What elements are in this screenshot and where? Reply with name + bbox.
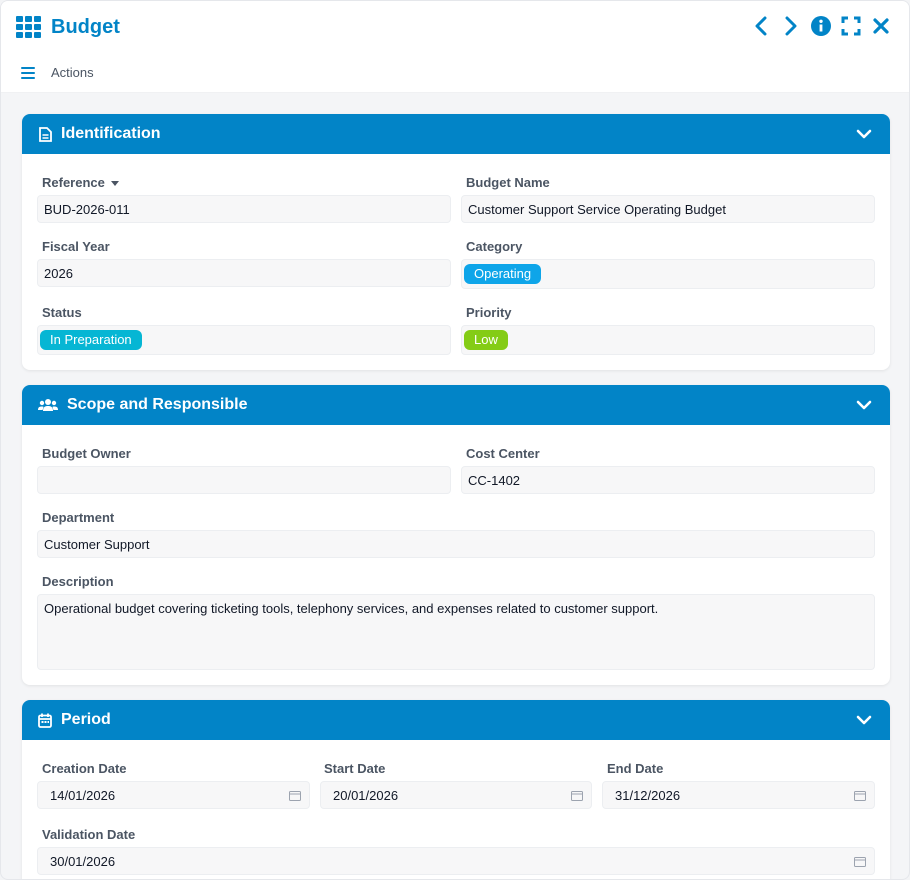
status-field[interactable]: In Preparation bbox=[37, 325, 451, 355]
fullscreen-icon[interactable] bbox=[841, 15, 861, 37]
description-textarea[interactable]: Operational budget covering ticketing to… bbox=[37, 594, 875, 670]
info-icon[interactable] bbox=[811, 15, 831, 37]
reference-field[interactable]: BUD-2026-011 bbox=[37, 195, 451, 223]
category-label: Category bbox=[466, 239, 523, 254]
title-bar: Budget bbox=[1, 1, 909, 53]
calendar-icon[interactable] bbox=[854, 790, 866, 801]
chevron-down-icon[interactable] bbox=[856, 126, 872, 142]
calendar-icon[interactable] bbox=[571, 790, 583, 801]
scope-section: Scope and Responsible Budget Owner Cost … bbox=[22, 385, 890, 685]
menu-icon[interactable] bbox=[21, 66, 35, 79]
reference-label[interactable]: Reference bbox=[42, 175, 119, 190]
validation-date-label: Validation Date bbox=[42, 827, 136, 842]
window-title: Budget bbox=[51, 15, 120, 38]
fiscal-year-label: Fiscal Year bbox=[42, 239, 110, 254]
status-badge: In Preparation bbox=[40, 330, 142, 350]
identification-header[interactable]: Identification bbox=[22, 114, 890, 154]
department-field[interactable]: Customer Support bbox=[37, 530, 875, 558]
chevron-right-icon[interactable] bbox=[781, 15, 801, 37]
priority-label: Priority bbox=[466, 305, 512, 320]
chevron-down-icon[interactable] bbox=[856, 712, 872, 728]
caret-down-icon bbox=[110, 181, 119, 187]
actions-menu[interactable]: Actions bbox=[51, 65, 94, 80]
identification-title: Identification bbox=[61, 125, 161, 142]
creation-date-label: Creation Date bbox=[42, 761, 127, 776]
description-label: Description bbox=[42, 574, 114, 589]
scope-header[interactable]: Scope and Responsible bbox=[22, 385, 890, 425]
chevron-left-icon[interactable] bbox=[751, 15, 771, 37]
close-icon[interactable] bbox=[871, 15, 891, 37]
budget-name-label: Budget Name bbox=[466, 175, 550, 190]
scope-title: Scope and Responsible bbox=[67, 396, 248, 413]
category-tag: Operating bbox=[464, 264, 542, 284]
category-field[interactable]: Operating bbox=[461, 259, 875, 289]
document-icon bbox=[37, 126, 53, 142]
identification-section: Identification Reference BUD-2026-011 Bu… bbox=[22, 114, 890, 370]
grid-icon[interactable] bbox=[16, 16, 41, 38]
calendar-icon bbox=[37, 712, 53, 728]
period-section: Period Creation Date 14/01/2026 Start Da… bbox=[22, 700, 890, 879]
status-label: Status bbox=[42, 305, 82, 320]
cost-center-label: Cost Center bbox=[466, 446, 540, 461]
budget-owner-field[interactable] bbox=[37, 466, 451, 494]
budget-name-field[interactable]: Customer Support Service Operating Budge… bbox=[461, 195, 875, 223]
budget-window: Budget Actions Identification Reference … bbox=[0, 0, 910, 880]
budget-owner-label: Budget Owner bbox=[42, 446, 131, 461]
chevron-down-icon[interactable] bbox=[856, 397, 872, 413]
end-date-field[interactable]: 31/12/2026 bbox=[602, 781, 875, 809]
window-controls bbox=[751, 15, 891, 37]
toolbar: Actions bbox=[1, 53, 909, 93]
start-date-label: Start Date bbox=[324, 761, 386, 776]
users-icon bbox=[37, 397, 59, 413]
period-title: Period bbox=[61, 711, 111, 728]
calendar-icon[interactable] bbox=[854, 856, 866, 867]
creation-date-field[interactable]: 14/01/2026 bbox=[37, 781, 310, 809]
priority-badge: Low bbox=[464, 330, 508, 350]
cost-center-field[interactable]: CC-1402 bbox=[461, 466, 875, 494]
end-date-label: End Date bbox=[607, 761, 664, 776]
validation-date-field[interactable]: 30/01/2026 bbox=[37, 847, 875, 875]
priority-field[interactable]: Low bbox=[461, 325, 875, 355]
department-label: Department bbox=[42, 510, 115, 525]
period-header[interactable]: Period bbox=[22, 700, 890, 740]
fiscal-year-field[interactable]: 2026 bbox=[37, 259, 451, 287]
start-date-field[interactable]: 20/01/2026 bbox=[320, 781, 592, 809]
calendar-icon[interactable] bbox=[289, 790, 301, 801]
